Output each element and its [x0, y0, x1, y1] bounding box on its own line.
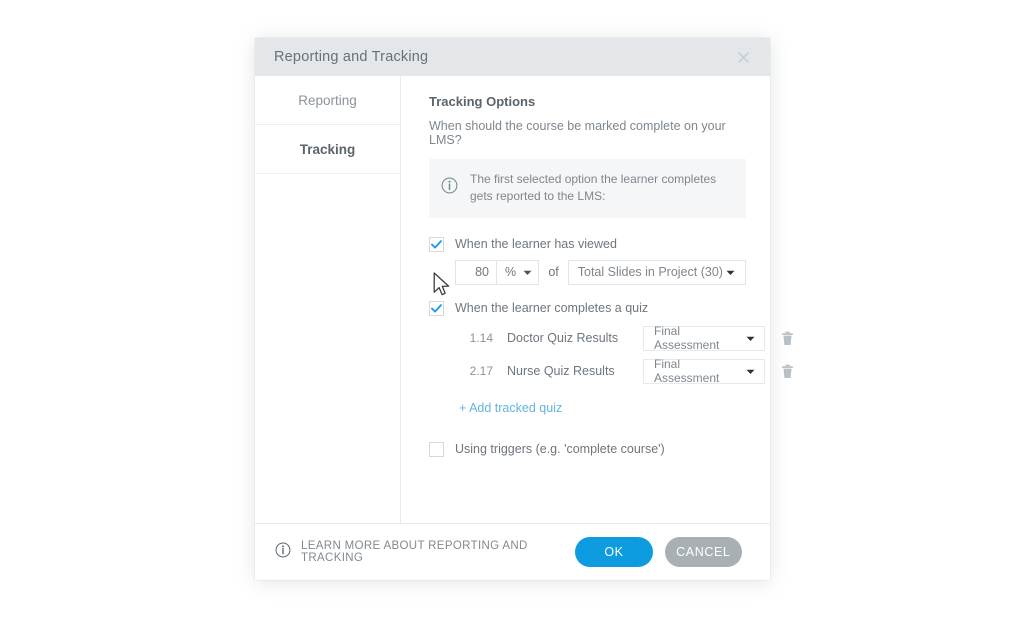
- learn-more-label: LEARN MORE ABOUT REPORTING AND TRACKING: [301, 540, 528, 564]
- table-row: 1.14 Doctor Quiz Results Final Assessmen…: [461, 324, 793, 352]
- quiz-name: Nurse Quiz Results: [507, 364, 615, 379]
- quiz-result-value: Final Assessment: [654, 324, 720, 353]
- chevron-down-icon: [523, 265, 532, 279]
- quiz-option-row[interactable]: When the learner completes a quiz: [429, 300, 746, 316]
- section-subtitle: When should the course be marked complet…: [429, 119, 726, 147]
- triggers-option-row[interactable]: Using triggers (e.g. 'complete course'): [429, 441, 746, 457]
- learn-more-link[interactable]: LEARN MORE ABOUT REPORTING AND TRACKING: [275, 540, 575, 564]
- tracked-quiz-list: 1.14 Doctor Quiz Results Final Assessmen…: [461, 324, 793, 385]
- sidebar-item-label: Tracking: [299, 142, 356, 157]
- trash-icon[interactable]: [781, 331, 794, 346]
- of-label: of: [548, 265, 559, 280]
- viewed-checkbox-label: When the learner has viewed: [455, 237, 617, 252]
- info-circle-icon: [441, 177, 458, 199]
- quiz-name: Doctor Quiz Results: [507, 331, 619, 346]
- ok-button[interactable]: OK: [575, 537, 653, 567]
- table-row: 2.17 Nurse Quiz Results Final Assessment: [461, 357, 793, 385]
- page-title: Tracking Options: [429, 94, 536, 109]
- cancel-button-label: CANCEL: [676, 545, 731, 559]
- quiz-checkbox[interactable]: [429, 300, 444, 316]
- cancel-button[interactable]: CANCEL: [664, 537, 742, 567]
- dialog-sidebar: Reporting Tracking: [255, 76, 401, 523]
- trash-icon[interactable]: [781, 364, 794, 379]
- tracking-options-panel: Tracking Options When should the course …: [401, 76, 793, 523]
- info-circle-icon: [275, 542, 291, 563]
- slides-scope-select[interactable]: Total Slides in Project (30): [567, 259, 746, 285]
- info-panel-text: The first selected option the learner co…: [470, 172, 717, 204]
- viewed-option-row[interactable]: When the learner has viewed: [429, 236, 746, 252]
- ok-button-label: OK: [604, 545, 624, 559]
- sidebar-item-reporting[interactable]: Reporting: [255, 76, 400, 125]
- quiz-result-select[interactable]: Final Assessment: [643, 357, 765, 386]
- sidebar-item-tracking[interactable]: Tracking: [255, 125, 400, 174]
- dialog-body: Reporting Tracking Tracking Options When…: [255, 76, 793, 523]
- dialog-titlebar: Reporting and Tracking: [255, 38, 770, 76]
- quiz-number: 2.17: [469, 364, 493, 379]
- sidebar-item-label: Reporting: [298, 93, 357, 108]
- add-tracked-quiz-link[interactable]: + Add tracked quiz: [459, 401, 562, 415]
- quiz-checkbox-label: When the learner completes a quiz: [455, 301, 649, 316]
- chevron-down-icon: [726, 265, 735, 279]
- info-panel: The first selected option the learner co…: [429, 159, 746, 218]
- chevron-down-icon: [746, 331, 755, 345]
- reporting-tracking-dialog: Reporting and Tracking Reporting Trackin…: [255, 38, 793, 580]
- triggers-checkbox[interactable]: [429, 441, 444, 457]
- dialog-footer: LEARN MORE ABOUT REPORTING AND TRACKING …: [255, 523, 770, 580]
- slides-scope-value: Total Slides in Project (30): [577, 265, 723, 280]
- chevron-down-icon: [746, 364, 755, 378]
- viewed-parameters-row: % of Total Slides in Project (30): [455, 259, 746, 285]
- quiz-number: 1.14: [469, 331, 493, 346]
- quiz-result-value: Final Assessment: [654, 357, 720, 386]
- percent-input[interactable]: [455, 259, 497, 285]
- dialog-title: Reporting and Tracking: [274, 49, 429, 65]
- triggers-checkbox-label: Using triggers (e.g. 'complete course'): [455, 442, 665, 457]
- close-icon[interactable]: [726, 38, 760, 76]
- viewed-checkbox[interactable]: [429, 236, 444, 252]
- percent-unit-select[interactable]: %: [497, 259, 540, 285]
- percent-unit-value: %: [505, 265, 517, 280]
- quiz-result-select[interactable]: Final Assessment: [643, 324, 765, 353]
